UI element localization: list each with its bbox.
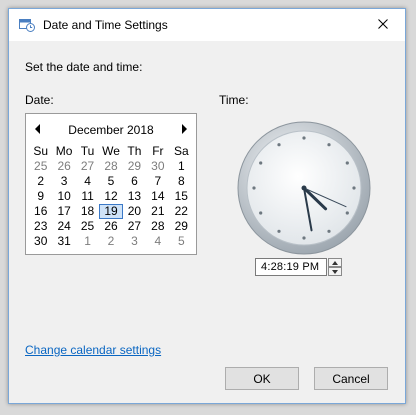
calendar-day[interactable]: 5: [99, 174, 122, 189]
calendar-month-label[interactable]: December 2018: [26, 123, 196, 137]
calendar-day[interactable]: 20: [123, 204, 146, 219]
clock-hour-mark: [345, 211, 349, 215]
calendar-day[interactable]: 25: [29, 159, 52, 174]
clock-hour-mark: [352, 186, 356, 190]
calendar-day[interactable]: 21: [146, 204, 169, 219]
calendar-day[interactable]: 27: [76, 159, 99, 174]
clock-hour-mark: [259, 211, 263, 215]
close-icon: [378, 19, 388, 29]
clock-hour-mark: [327, 143, 331, 147]
calendar-day[interactable]: 17: [52, 204, 75, 219]
calendar-day[interactable]: 2: [99, 234, 122, 249]
analog-clock: [237, 121, 371, 255]
dialog-heading: Set the date and time:: [25, 60, 143, 74]
weekday-header: We: [102, 144, 120, 158]
time-input[interactable]: 4:28:19 PM: [255, 258, 327, 276]
calendar-day[interactable]: 4: [146, 234, 169, 249]
ok-button[interactable]: OK: [225, 367, 299, 390]
calendar-day[interactable]: 12: [99, 189, 122, 204]
title-bar: Date and Time Settings: [9, 9, 405, 41]
weekday-header: Mo: [55, 144, 73, 158]
calendar-day[interactable]: 3: [123, 234, 146, 249]
time-decrement-button[interactable]: [328, 267, 342, 276]
calendar-day[interactable]: 19: [99, 204, 123, 219]
weekday-header: Fr: [152, 144, 164, 158]
calendar-day[interactable]: 7: [146, 174, 169, 189]
calendar-day[interactable]: 29: [123, 159, 146, 174]
date-time-icon: [19, 19, 35, 32]
clock-hour-mark: [277, 229, 281, 233]
weekday-header: Su: [33, 144, 49, 158]
calendar-header: December 2018: [26, 122, 196, 138]
calendar-day[interactable]: 24: [52, 219, 75, 234]
window-title: Date and Time Settings: [43, 18, 168, 32]
calendar: December 2018 Su Mo Tu We Th Fr Sa 25 26 27 28 29 30…: [25, 113, 197, 255]
calendar-day[interactable]: 8: [170, 174, 193, 189]
calendar-day[interactable]: 2: [29, 174, 52, 189]
calendar-grid: Su Mo Tu We Th Fr Sa 25 26 27 28 29 30 1 2 3 4 5 6 7 8 9 10 11 1…: [29, 144, 193, 249]
clock-hour-mark: [302, 236, 306, 240]
date-time-dialog: Date and Time Settings Set the date and …: [8, 8, 406, 404]
calendar-day[interactable]: 10: [52, 189, 75, 204]
date-label: Date:: [25, 93, 54, 107]
calendar-day[interactable]: 29: [170, 219, 193, 234]
calendar-day[interactable]: 1: [76, 234, 99, 249]
clock-hour-mark: [302, 136, 306, 140]
next-month-icon[interactable]: [180, 124, 188, 134]
calendar-day[interactable]: 6: [123, 174, 146, 189]
calendar-day[interactable]: 9: [29, 189, 52, 204]
clock-hour-mark: [345, 161, 349, 165]
calendar-day[interactable]: 31: [52, 234, 75, 249]
clock-hour-mark: [277, 143, 281, 147]
weekday-header: Tu: [80, 144, 95, 158]
calendar-day[interactable]: 26: [99, 219, 122, 234]
calendar-day[interactable]: 5: [170, 234, 193, 249]
time-label: Time:: [219, 93, 249, 107]
clock-hour-mark: [327, 229, 331, 233]
arrow-up-icon: [332, 260, 338, 265]
calendar-day[interactable]: 26: [52, 159, 75, 174]
calendar-day[interactable]: 22: [170, 204, 193, 219]
time-increment-button[interactable]: [328, 258, 342, 267]
calendar-day[interactable]: 28: [146, 219, 169, 234]
time-value: 4:28:19 PM: [261, 261, 320, 273]
calendar-day[interactable]: 1: [170, 159, 193, 174]
calendar-day[interactable]: 25: [76, 219, 99, 234]
clock-hour-mark: [252, 186, 256, 190]
calendar-day[interactable]: 13: [123, 189, 146, 204]
calendar-day[interactable]: 28: [99, 159, 122, 174]
weekday-header: Sa: [173, 144, 189, 158]
calendar-day[interactable]: 30: [29, 234, 52, 249]
calendar-day[interactable]: 23: [29, 219, 52, 234]
clock-center-pin: [301, 185, 307, 191]
calendar-day[interactable]: 16: [29, 204, 52, 219]
close-button[interactable]: [361, 9, 405, 39]
arrow-down-icon: [332, 269, 338, 274]
calendar-day[interactable]: 11: [76, 189, 99, 204]
time-spinner: [328, 258, 342, 276]
calendar-day[interactable]: 30: [146, 159, 169, 174]
calendar-day[interactable]: 14: [146, 189, 169, 204]
change-calendar-settings-link[interactable]: Change calendar settings: [25, 343, 161, 357]
calendar-day[interactable]: 15: [170, 189, 193, 204]
calendar-day[interactable]: 27: [123, 219, 146, 234]
cancel-button[interactable]: Cancel: [314, 367, 388, 390]
calendar-day[interactable]: 4: [76, 174, 99, 189]
weekday-header: Th: [127, 144, 142, 158]
calendar-day[interactable]: 3: [52, 174, 75, 189]
calendar-day[interactable]: 18: [76, 204, 99, 219]
clock-hour-mark: [259, 161, 263, 165]
